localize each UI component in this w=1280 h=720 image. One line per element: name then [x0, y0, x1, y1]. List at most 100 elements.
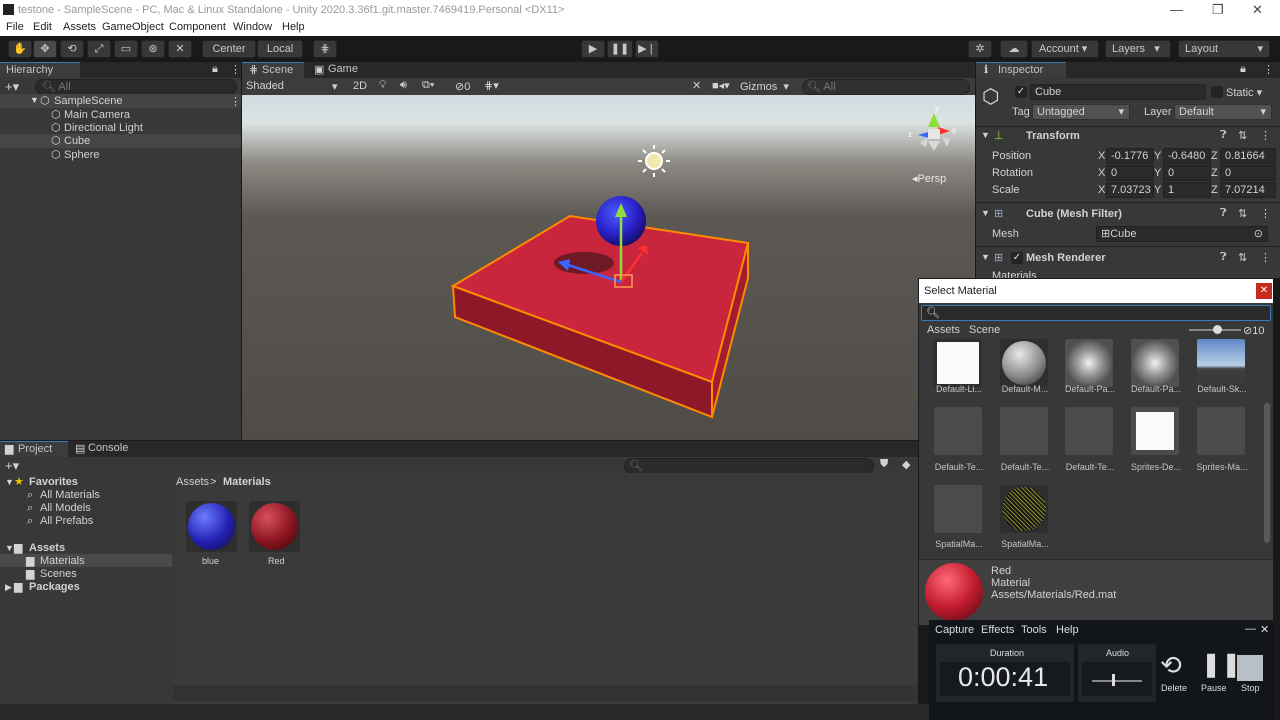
favorite-all-models[interactable]: All Models — [40, 502, 91, 514]
mesh-object-field[interactable]: ⊞Cube ⊙ — [1096, 226, 1268, 242]
breadcrumb-assets[interactable]: Assets — [176, 476, 209, 488]
delete-recording-icon[interactable]: ⟲ — [1160, 650, 1182, 681]
recorder-menu-capture[interactable]: Capture — [935, 624, 974, 636]
hierarchy-item-main-camera[interactable]: Main Camera — [64, 109, 130, 121]
component-menu-icon[interactable]: ⋮ — [1260, 207, 1271, 220]
menu-assets[interactable]: Assets — [63, 21, 96, 33]
thumb-default-terrain-3[interactable] — [1065, 407, 1113, 455]
thumb-default-material[interactable] — [1000, 339, 1048, 387]
static-dropdown[interactable]: Static ▾ — [1226, 86, 1262, 99]
menu-gameobject[interactable]: GameObject — [102, 21, 164, 33]
hierarchy-item-directional-light[interactable]: Directional Light — [64, 122, 143, 134]
recorder-menu-help[interactable]: Help — [1056, 624, 1079, 636]
position-z-field[interactable]: 0.81664 — [1220, 148, 1276, 164]
scene-viewport[interactable]: z x y ◂Persp — [242, 95, 975, 440]
folder-scenes[interactable]: Scenes — [40, 568, 77, 580]
tab-console[interactable]: Console — [88, 441, 128, 457]
hierarchy-menu-icon[interactable]: ⋮ — [230, 63, 241, 76]
audio-toggle-icon[interactable]: 🔊︎ — [400, 79, 407, 92]
tag-dropdown[interactable]: Untagged ▾ — [1032, 104, 1130, 120]
layer-dropdown[interactable]: Default ▾ — [1174, 104, 1272, 120]
hierarchy-search-input[interactable]: 🔍︎ All — [35, 79, 237, 95]
stop-recording-button[interactable]: Stop — [1241, 683, 1260, 693]
close-popup-button[interactable]: ✕ — [1256, 283, 1272, 299]
packages-folder[interactable]: Packages — [29, 581, 80, 593]
toggle-2d-button[interactable]: 2D — [353, 80, 367, 92]
delete-recording-button[interactable]: Delete — [1161, 683, 1187, 693]
layout-dropdown[interactable]: Layout ▾ — [1178, 40, 1270, 58]
inspector-menu-icon[interactable]: ⋮ — [1263, 63, 1274, 76]
scale-x-field[interactable]: 7.03723 — [1106, 182, 1154, 198]
help-icon[interactable]: ❓︎ — [1220, 129, 1227, 142]
tab-hierarchy[interactable]: Hierarchy — [0, 62, 80, 78]
favorites-foldout-icon[interactable]: ▼ — [5, 477, 14, 487]
thumb-spatial-mapping-1[interactable] — [934, 485, 982, 533]
hidden-objects-icon[interactable]: ⊘0 — [455, 80, 470, 93]
pause-recording-button[interactable]: Pause — [1201, 683, 1227, 693]
tab-assets[interactable]: Assets — [927, 324, 960, 336]
scene-menu-icon[interactable]: ⋮ — [230, 95, 241, 108]
tab-scene-objects[interactable]: Scene — [969, 324, 1000, 336]
favorite-all-prefabs[interactable]: All Prefabs — [40, 515, 93, 527]
pause-recording-icon[interactable]: ❚❚ — [1201, 650, 1241, 679]
play-button[interactable]: ▶ — [581, 40, 605, 58]
projection-label[interactable]: ◂Persp — [912, 172, 946, 185]
audio-slider[interactable] — [1092, 680, 1142, 682]
active-checkbox[interactable]: ✓ — [1015, 86, 1027, 98]
material-search-input[interactable]: 🔍︎ — [921, 305, 1271, 321]
packages-foldout-icon[interactable]: ▶ — [5, 582, 12, 593]
pause-button[interactable]: ❚❚ — [607, 40, 633, 58]
scene-search-input[interactable]: 🔍︎ All — [802, 79, 970, 95]
scale-z-field[interactable]: 7.07214 — [1220, 182, 1276, 198]
component-menu-icon[interactable]: ⋮ — [1260, 251, 1271, 264]
account-dropdown[interactable]: Account ▾ — [1031, 40, 1099, 58]
assets-foldout-icon[interactable]: ▼ — [5, 543, 14, 553]
favorites-label[interactable]: Favorites — [29, 476, 78, 488]
presets-icon[interactable]: ⇅ — [1238, 251, 1247, 264]
component-menu-icon[interactable]: ⋮ — [1260, 129, 1271, 142]
material-asset-red[interactable] — [249, 501, 300, 552]
pivot-space-button[interactable]: Local — [257, 40, 303, 58]
collab-button[interactable]: ✲ — [968, 40, 992, 58]
hierarchy-item-sphere[interactable]: Sphere — [64, 149, 99, 161]
scene-tools-icon[interactable]: ✕ — [692, 79, 701, 92]
thumb-default-terrain-1[interactable] — [934, 407, 982, 455]
search-by-label-icon[interactable]: ◆ — [902, 458, 910, 471]
recorder-menu-tools[interactable]: Tools — [1021, 624, 1047, 636]
recorder-close-icon[interactable]: ✕ — [1260, 623, 1269, 636]
cloud-icon[interactable]: ☁ — [1000, 40, 1028, 58]
presets-icon[interactable]: ⇅ — [1238, 129, 1247, 142]
transform-foldout-icon[interactable]: ▼ — [981, 130, 990, 140]
position-x-field[interactable]: -0.1776 — [1106, 148, 1154, 164]
recorder-menu-effects[interactable]: Effects — [981, 624, 1014, 636]
favorite-all-materials[interactable]: All Materials — [40, 489, 100, 501]
thumb-sprites-mask[interactable] — [1197, 407, 1245, 455]
grid-toggle-icon[interactable]: ⋕▾ — [484, 79, 499, 92]
thumb-default-particle[interactable] — [1065, 339, 1113, 387]
grid-snap-button[interactable]: ⋕ — [313, 40, 337, 58]
custom-tool-button[interactable]: ✕ — [168, 40, 192, 58]
hierarchy-selected-row[interactable] — [0, 134, 241, 148]
thumb-default-particle-2[interactable] — [1131, 339, 1179, 387]
scene-root-label[interactable]: SampleScene — [54, 95, 123, 107]
stop-recording-icon[interactable] — [1237, 655, 1263, 681]
rotation-x-field[interactable]: 0 — [1106, 165, 1154, 181]
thumb-spatial-mapping-2[interactable] — [1000, 485, 1048, 533]
grid-scrollbar[interactable] — [1264, 403, 1270, 543]
gizmos-dropdown[interactable]: Gizmos ▾ — [740, 80, 789, 93]
layers-dropdown[interactable]: Layers ▾ — [1105, 40, 1171, 58]
lighting-toggle-icon[interactable]: 💡︎ — [379, 79, 387, 92]
help-icon[interactable]: ❓︎ — [1220, 207, 1227, 220]
hierarchy-item-cube[interactable]: Cube — [64, 135, 90, 147]
material-asset-blue[interactable] — [186, 501, 237, 552]
close-window-button[interactable]: ✕ — [1252, 2, 1263, 18]
static-checkbox[interactable] — [1211, 86, 1223, 98]
menu-help[interactable]: Help — [282, 21, 305, 33]
project-search-input[interactable]: 🔍︎ — [624, 458, 874, 474]
scene-expand-icon[interactable]: ▼ — [30, 95, 39, 105]
thumb-default-skybox[interactable] — [1197, 339, 1245, 387]
pivot-center-button[interactable]: Center — [202, 40, 256, 58]
menu-file[interactable]: File — [6, 21, 24, 33]
rect-tool-button[interactable]: ▭ — [114, 40, 138, 58]
tab-inspector[interactable]: Inspector — [976, 62, 1066, 78]
